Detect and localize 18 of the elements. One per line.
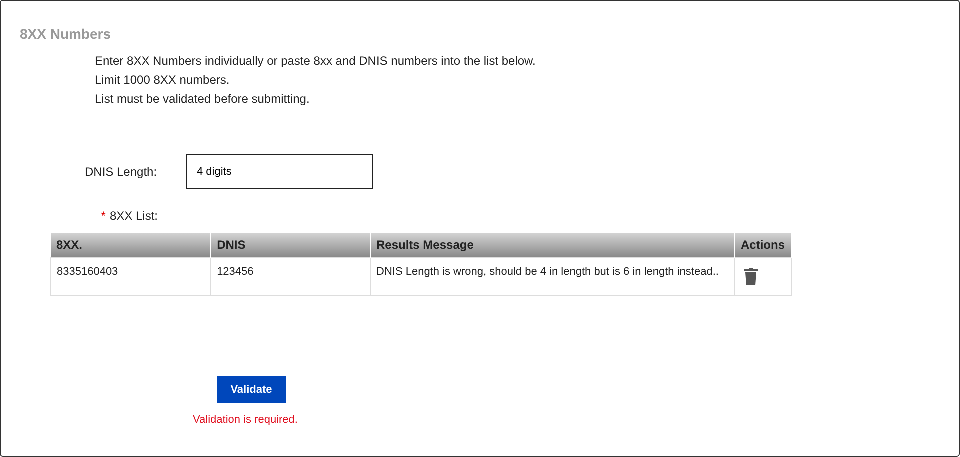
column-header: DNIS xyxy=(210,233,370,258)
dnis-length-field[interactable]: 4 digits xyxy=(186,154,373,189)
instruction-text: List must be validated before submitting. xyxy=(95,92,311,106)
validate-button[interactable]: Validate xyxy=(217,376,286,403)
field-label: DNIS Length: xyxy=(85,165,158,179)
instruction-text: Limit 1000 8XX numbers. xyxy=(95,73,231,87)
instruction-text: Enter 8XX Numbers individually or paste 8xx and DNIS numbers into the list below. xyxy=(95,54,537,68)
table-cell: 123456 xyxy=(210,258,370,296)
required-mark: * xyxy=(101,209,106,223)
table-cell: 8335160403 xyxy=(50,258,211,296)
column-header: Actions xyxy=(734,233,792,258)
field-label: 8XX List: xyxy=(110,209,158,223)
column-header: Results Message xyxy=(370,233,734,258)
column-header: 8XX. xyxy=(50,233,211,258)
trash-icon[interactable] xyxy=(744,268,758,286)
error-message: Validation is required. xyxy=(193,414,299,426)
table-cell: DNIS Length is wrong, should be 4 in length but is 6 in length instead.. xyxy=(370,258,734,296)
section-title: 8XX Numbers xyxy=(20,26,112,42)
